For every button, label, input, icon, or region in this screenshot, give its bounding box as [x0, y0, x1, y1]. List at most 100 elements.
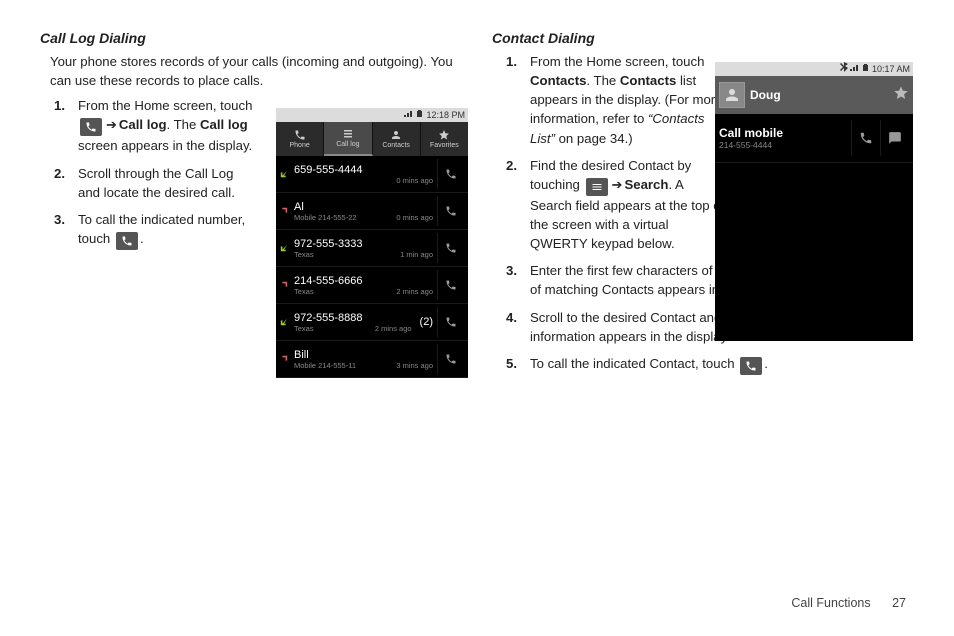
call-number: 214-555-6666 [294, 275, 437, 287]
call-log-row[interactable]: 214-555-6666Texas 2 mins ago [276, 267, 468, 304]
call-location: Texas [294, 324, 314, 333]
bluetooth-icon [840, 62, 848, 76]
contact-header: Doug [715, 76, 913, 114]
step-3-left: To call the indicated number, touch . [78, 210, 258, 250]
call-time: 2 mins ago [396, 287, 433, 296]
call-log-row[interactable]: BillMobile 214-555-11 3 mins ago [276, 341, 468, 378]
call-button[interactable] [437, 270, 464, 300]
status-bar: 10:17 AM [715, 62, 913, 76]
battery-icon [862, 62, 870, 76]
call-button[interactable] [437, 233, 464, 263]
call-number: 972-555-8888 [294, 312, 416, 324]
call-number: 659-555-4444 [294, 164, 437, 176]
call-number: Al [294, 201, 437, 213]
call-time: 2 mins ago [375, 324, 412, 333]
tab-contacts[interactable]: Contacts [373, 122, 421, 156]
page-footer: Call Functions 27 [791, 596, 906, 610]
tab-favorites[interactable]: Favorites [421, 122, 468, 156]
battery-icon [416, 108, 424, 122]
page-number: 27 [892, 596, 906, 610]
contact-blank [715, 163, 913, 341]
call-button[interactable] [851, 120, 880, 156]
step-1-left: From the Home screen, touch ➔Call log. T… [78, 96, 258, 155]
call-log-row[interactable]: 972-555-3333Texas 1 min ago [276, 230, 468, 267]
phone-icon [116, 232, 138, 250]
call-location: Mobile 214-555-22 [294, 213, 357, 222]
call-number: Bill [294, 349, 437, 361]
intro-text-left: Your phone stores records of your calls … [50, 52, 462, 90]
status-bar: 12:18 PM [276, 108, 468, 122]
call-time: 3 mins ago [396, 361, 433, 370]
step-text: . [764, 356, 768, 371]
call-button[interactable] [437, 344, 464, 374]
outgoing-icon [278, 281, 290, 289]
call-log-label: Call log [119, 117, 167, 132]
search-label: Search [624, 177, 668, 192]
call-number: 972-555-3333 [294, 238, 437, 250]
call-button[interactable] [437, 159, 464, 189]
phone-icon [740, 357, 762, 375]
step-1-right: From the Home screen, touch Contacts. Th… [530, 52, 725, 148]
arrow-icon: ➔ [612, 177, 623, 192]
call-log-row[interactable]: 972-555-8888Texas 2 mins ago (2) [276, 304, 468, 341]
step-text: Call log [200, 117, 248, 132]
step-text: . [140, 231, 144, 246]
step-text: screen appears in the display. [78, 138, 252, 153]
section-title-contact: Contact Dialing [492, 30, 914, 46]
call-button[interactable] [437, 307, 464, 337]
call-location: Texas [294, 250, 314, 259]
step-2-right: Find the desired Contact by touching ➔Se… [530, 156, 725, 254]
call-location: Texas [294, 287, 314, 296]
tab-label: Favorites [430, 142, 459, 149]
favorite-star-icon[interactable] [893, 85, 909, 106]
step-text: To call the indicated Contact, touch [530, 356, 738, 371]
call-count: (2) [416, 316, 437, 328]
call-log-list: 659-555-44440 mins agoAlMobile 214-555-2… [276, 156, 468, 378]
phone-icon [80, 118, 102, 136]
step-text: Contacts [530, 73, 586, 88]
call-time: 0 mins ago [396, 213, 433, 222]
outgoing-icon [278, 355, 290, 363]
step-text: on page 34.) [555, 131, 633, 146]
step-2-left: Scroll through the Call Log and locate t… [78, 164, 258, 202]
incoming-icon [278, 318, 290, 326]
phone-calllog-figure: 12:18 PM Phone Call log Contacts Favorit… [276, 108, 468, 378]
phone-contact-figure: 10:17 AM Doug Call mobile 214-555-4444 [715, 62, 913, 341]
tab-label: Call log [336, 141, 359, 148]
call-log-row[interactable]: AlMobile 214-555-22 0 mins ago [276, 193, 468, 230]
contact-row-label: Call mobile [719, 126, 851, 140]
contact-row-number: 214-555-4444 [719, 140, 851, 150]
contact-name: Doug [750, 88, 888, 102]
outgoing-icon [278, 207, 290, 215]
signal-icon [404, 108, 414, 122]
call-time: 1 min ago [400, 250, 433, 259]
step-text: . The [167, 117, 200, 132]
tab-label: Contacts [382, 142, 410, 149]
section-title-call-log: Call Log Dialing [40, 30, 462, 46]
call-location: Mobile 214-555-11 [294, 361, 356, 370]
footer-label: Call Functions [791, 596, 870, 610]
status-time: 10:17 AM [872, 62, 910, 76]
tab-label: Phone [290, 142, 310, 149]
tab-call-log[interactable]: Call log [324, 122, 372, 156]
call-time: 0 mins ago [396, 176, 433, 185]
tab-bar: Phone Call log Contacts Favorites [276, 122, 468, 156]
call-button[interactable] [437, 196, 464, 226]
step-text: . The [586, 73, 619, 88]
call-log-row[interactable]: 659-555-44440 mins ago [276, 156, 468, 193]
menu-icon [586, 178, 608, 196]
contact-call-row[interactable]: Call mobile 214-555-4444 [715, 114, 913, 163]
incoming-icon [278, 244, 290, 252]
signal-icon [850, 62, 860, 76]
step-text: From the Home screen, touch [78, 98, 252, 113]
arrow-icon: ➔ [106, 117, 117, 132]
avatar-icon [719, 82, 745, 108]
status-time: 12:18 PM [426, 108, 465, 122]
step-text: Contacts [620, 73, 676, 88]
incoming-icon [278, 170, 290, 178]
step-5-right: To call the indicated Contact, touch . [530, 354, 914, 375]
tab-phone[interactable]: Phone [276, 122, 324, 156]
sms-button[interactable] [880, 120, 909, 156]
step-text: To call the indicated number, touch [78, 212, 245, 246]
step-text: From the Home screen, touch [530, 54, 704, 69]
